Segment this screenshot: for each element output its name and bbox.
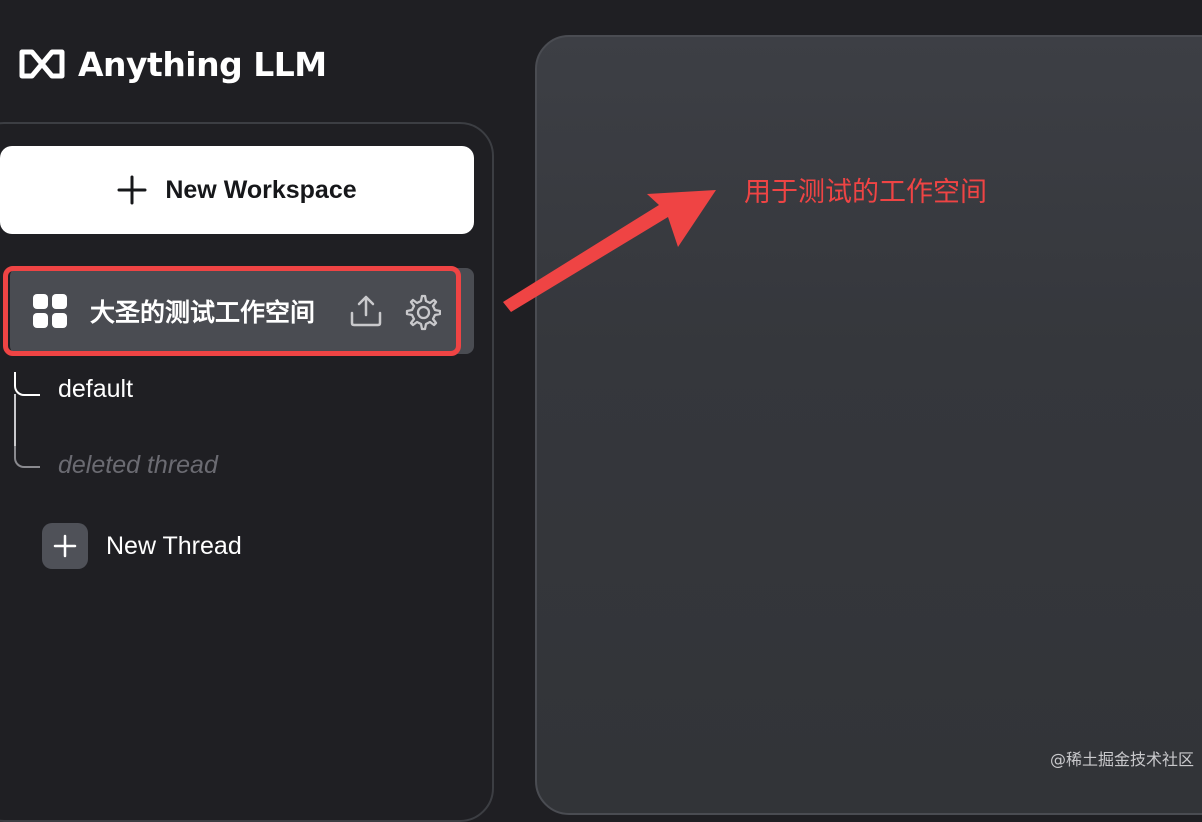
main-panel <box>535 35 1202 815</box>
logo-mark-icon <box>19 49 65 79</box>
annotation-text: 用于测试的工作空间 <box>744 177 987 208</box>
app-logo: Anything LLM <box>18 42 327 86</box>
thread-item-default[interactable]: default <box>58 375 133 404</box>
plus-icon <box>42 523 88 569</box>
plus-icon <box>117 175 147 205</box>
upload-icon[interactable] <box>348 293 384 329</box>
new-thread-label: New Thread <box>106 531 242 560</box>
watermark: @稀土掘金技术社区 <box>1049 750 1194 769</box>
app-title: Anything LLM <box>78 44 327 84</box>
grid-icon <box>33 294 67 328</box>
thread-tree-connector <box>14 372 40 396</box>
thread-tree-connector <box>14 444 40 468</box>
thread-item-deleted: deleted thread <box>58 451 218 479</box>
new-workspace-button[interactable]: New Workspace <box>0 146 474 234</box>
new-thread-button[interactable]: New Thread <box>42 522 242 570</box>
gear-icon[interactable] <box>403 293 441 331</box>
workspace-name: 大圣的测试工作空间 <box>90 298 316 327</box>
new-workspace-label: New Workspace <box>165 175 357 204</box>
